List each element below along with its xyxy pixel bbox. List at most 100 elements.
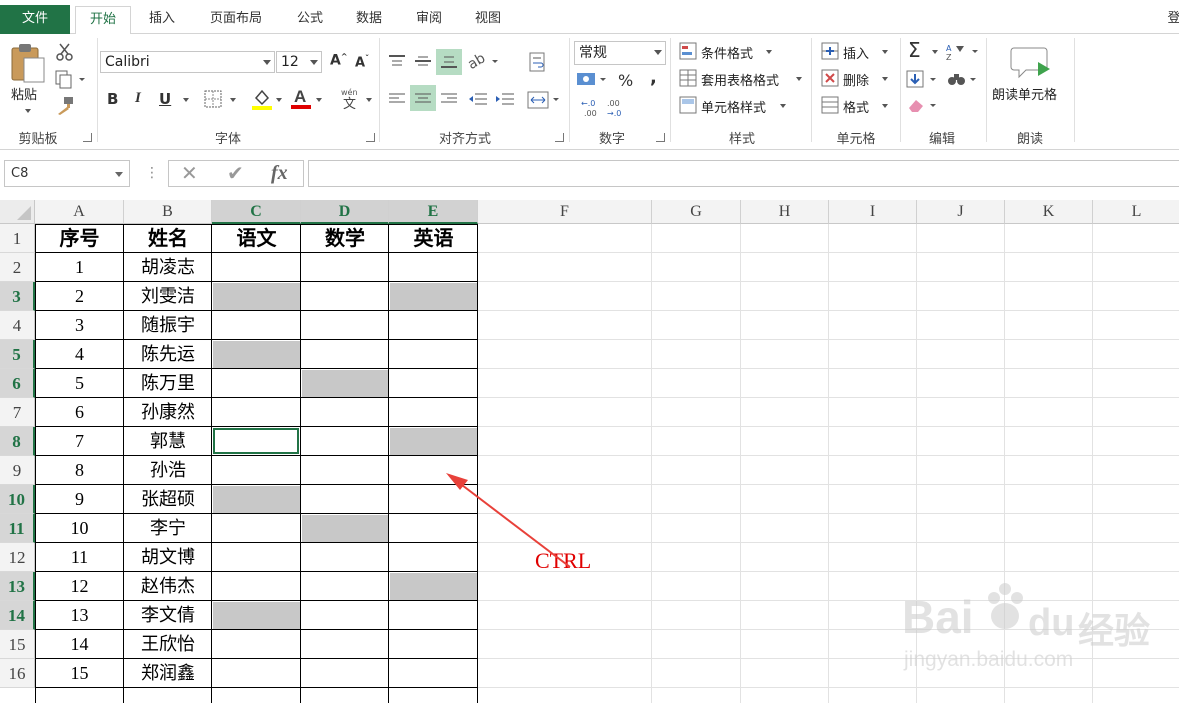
clipboard-launcher-icon[interactable] xyxy=(83,133,92,142)
fill-down-icon[interactable] xyxy=(906,70,940,94)
table-format-icon xyxy=(679,69,697,91)
tab-insert[interactable]: 插入 xyxy=(136,6,188,34)
group-divider xyxy=(97,38,98,142)
group-divider xyxy=(670,38,671,142)
delete-cells-button[interactable]: 删除 xyxy=(843,70,869,89)
more-icon[interactable]: ⋮ xyxy=(145,165,159,181)
middle-align-icon[interactable] xyxy=(414,54,432,72)
copy-icon[interactable] xyxy=(55,70,87,94)
tab-view[interactable]: 视图 xyxy=(462,6,514,34)
comma-button[interactable]: , xyxy=(650,67,657,88)
format-cells-button[interactable]: 格式 xyxy=(843,97,869,116)
font-size-value: 12 xyxy=(281,54,299,70)
accounting-format-icon[interactable] xyxy=(576,70,610,94)
insert-function-icon[interactable]: fx xyxy=(271,162,288,185)
paste-icon[interactable] xyxy=(10,42,46,88)
tab-page-layout[interactable]: 页面布局 xyxy=(196,6,276,34)
editing-group-label: 编辑 xyxy=(928,132,955,147)
format-cells-dropdown-icon[interactable] xyxy=(882,104,888,108)
border-icon[interactable] xyxy=(204,90,222,112)
enter-icon[interactable]: ✔ xyxy=(227,161,244,185)
tab-data[interactable]: 数据 xyxy=(343,6,395,34)
read-cell-button[interactable]: 朗读单元格 xyxy=(992,84,1057,103)
clipboard-group-label: 剪贴板 xyxy=(18,132,58,147)
cell-styles-dropdown-icon[interactable] xyxy=(780,104,786,108)
fill-color-icon[interactable] xyxy=(251,88,273,114)
svg-text:.00: .00 xyxy=(584,109,597,118)
underline-button[interactable]: U xyxy=(159,90,171,108)
shrink-font-icon[interactable]: Aˇ xyxy=(355,54,369,70)
font-color-dropdown-icon[interactable] xyxy=(316,98,322,102)
svg-text:ab: ab xyxy=(468,50,488,72)
table-format-button[interactable]: 套用表格格式 xyxy=(701,70,779,89)
tab-home[interactable]: 开始 xyxy=(75,6,131,35)
svg-text:文: 文 xyxy=(343,97,356,112)
table-format-dropdown-icon[interactable] xyxy=(796,77,802,81)
wrap-text-icon[interactable] xyxy=(527,52,549,76)
clear-icon[interactable] xyxy=(906,96,940,120)
tab-review[interactable]: 审阅 xyxy=(403,6,455,34)
underline-dropdown-icon[interactable] xyxy=(183,98,189,102)
bottom-align-icon[interactable] xyxy=(440,54,458,74)
orientation-icon[interactable]: ab xyxy=(465,50,502,76)
merge-center-icon[interactable] xyxy=(527,90,561,114)
group-divider xyxy=(900,38,901,142)
decrease-decimal-icon[interactable]: .00 →.0 xyxy=(606,98,628,122)
number-format-select[interactable]: 常规 xyxy=(574,41,666,65)
read-group-label: 朗读 xyxy=(1016,132,1043,147)
paste-button-label[interactable]: 粘贴 xyxy=(11,84,37,103)
delete-cells-icon xyxy=(821,69,839,91)
insert-cells-button[interactable]: 插入 xyxy=(843,43,869,62)
read-cell-icon[interactable] xyxy=(1010,44,1052,84)
conditional-format-dropdown-icon[interactable] xyxy=(766,50,772,54)
delete-cells-dropdown-icon[interactable] xyxy=(882,77,888,81)
border-dropdown-icon[interactable] xyxy=(230,98,236,102)
align-right-icon[interactable] xyxy=(440,92,458,110)
account-login[interactable]: 登 xyxy=(1164,6,1179,34)
cancel-icon[interactable]: ✕ xyxy=(181,161,198,185)
autosum-icon[interactable]: Σ xyxy=(908,38,921,62)
percent-button[interactable]: % xyxy=(618,71,633,90)
font-size-select[interactable]: 12 xyxy=(276,51,322,73)
decrease-indent-icon[interactable] xyxy=(468,92,488,110)
svg-text:A: A xyxy=(294,87,306,106)
name-box[interactable]: C8 xyxy=(4,160,130,187)
grow-font-icon[interactable]: A^ xyxy=(330,52,348,69)
conditional-format-button[interactable]: 条件格式 xyxy=(701,43,753,62)
cut-icon[interactable] xyxy=(55,42,75,66)
align-left-icon[interactable] xyxy=(388,92,406,110)
font-name-select[interactable]: Calibri xyxy=(100,51,275,73)
find-select-icon[interactable] xyxy=(946,70,980,94)
watermark-product: 经验 xyxy=(1078,610,1151,651)
paste-dropdown-icon[interactable] xyxy=(25,109,31,113)
insert-cells-icon xyxy=(821,42,839,64)
font-launcher-icon[interactable] xyxy=(366,133,375,142)
tab-file[interactable]: 文件 xyxy=(0,5,70,35)
cell-styles-button[interactable]: 单元格样式 xyxy=(701,97,766,116)
sort-filter-icon[interactable]: AZ xyxy=(946,42,980,66)
font-color-icon[interactable]: A xyxy=(290,86,312,114)
group-divider xyxy=(379,38,380,142)
fill-color-dropdown-icon[interactable] xyxy=(276,98,282,102)
watermark-brand: Bai xyxy=(902,591,974,643)
tab-formulas[interactable]: 公式 xyxy=(284,6,336,34)
baidu-paw-icon xyxy=(982,580,1028,644)
number-launcher-icon[interactable] xyxy=(656,133,665,142)
bold-button[interactable]: B xyxy=(107,90,118,108)
insert-cells-dropdown-icon[interactable] xyxy=(882,50,888,54)
name-box-dropdown-icon[interactable] xyxy=(115,172,123,177)
italic-button[interactable]: I xyxy=(135,90,141,107)
increase-decimal-icon[interactable]: ←.0.00 xyxy=(580,98,602,122)
align-center-icon[interactable] xyxy=(414,92,432,110)
cell-styles-icon xyxy=(679,96,697,118)
increase-indent-icon[interactable] xyxy=(495,92,515,110)
svg-text:←.0: ←.0 xyxy=(581,99,595,108)
autosum-dropdown-icon[interactable] xyxy=(932,50,938,54)
format-painter-icon[interactable] xyxy=(55,96,75,120)
phonetic-guide-icon[interactable]: wén 文 xyxy=(340,86,362,116)
cells-group-label: 单元格 xyxy=(836,132,876,147)
phonetic-dropdown-icon[interactable] xyxy=(366,98,372,102)
alignment-launcher-icon[interactable] xyxy=(555,133,564,142)
top-align-icon[interactable] xyxy=(388,54,406,72)
formula-input[interactable] xyxy=(308,160,1179,187)
